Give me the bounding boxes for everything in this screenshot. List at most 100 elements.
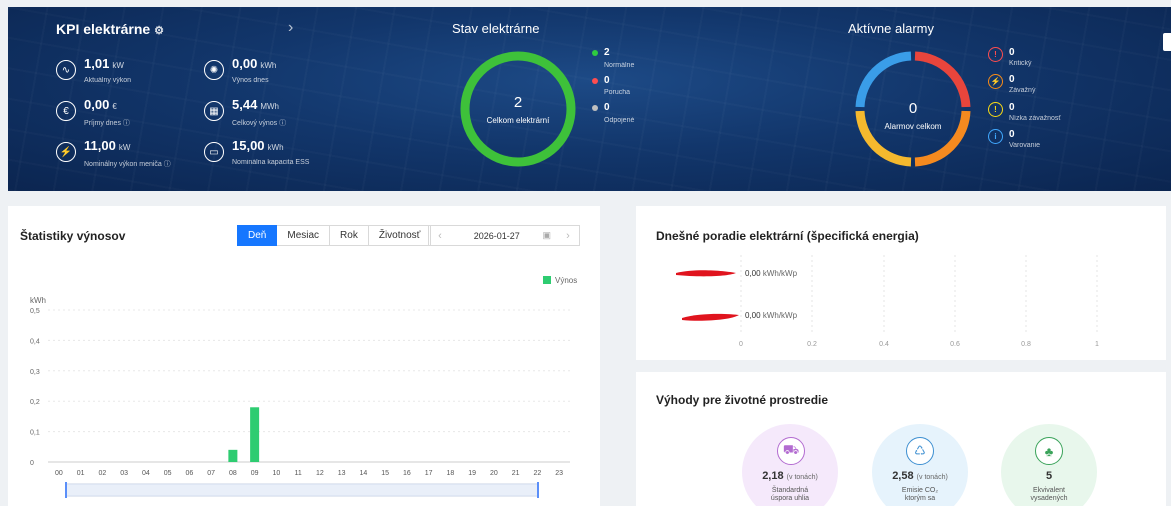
tree-icon: ♣ [1035, 437, 1063, 465]
ranking-row-1: 0,00 kWh/kWp [745, 269, 798, 278]
panel-icon: ▦ [204, 101, 224, 121]
alarms-total: 0 [909, 100, 917, 117]
x-tick-label: 16 [403, 470, 411, 477]
x-tick-label: 06 [185, 470, 193, 477]
legend-swatch [543, 276, 551, 284]
status-total: 2 [514, 94, 522, 111]
x-tick-label: 05 [164, 470, 172, 477]
x-tick-label: 22 [533, 470, 541, 477]
ranking-row-2: 0,00 kWh/kWp [745, 311, 798, 320]
rank-tick: 0.8 [1021, 341, 1031, 348]
yield-bar [250, 407, 260, 462]
x-tick-label: 21 [512, 470, 520, 477]
calendar-icon[interactable]: ▣ [542, 230, 551, 241]
chevron-right-icon[interactable]: › [288, 19, 293, 37]
x-tick-label: 14 [359, 470, 367, 477]
solar-icon: ✺ [204, 60, 224, 80]
tab-day[interactable]: Deň [237, 225, 278, 246]
env-coal-label: Štandardná úspora uhlia [770, 487, 810, 502]
rank-tick: 0 [739, 341, 743, 348]
y-tick-label: 0,5 [30, 308, 40, 315]
co2-icon: ♺ [906, 437, 934, 465]
legend-label: Výnos [555, 276, 577, 285]
tab-year[interactable]: Rok [330, 225, 369, 246]
x-tick-label: 20 [490, 470, 498, 477]
y-tick-label: 0,2 [30, 399, 40, 406]
x-tick-label: 00 [55, 470, 63, 477]
ranking-chart: 0,00 kWh/kWp 0,00 kWh/kWp 0 0.2 0.4 0.6 … [676, 255, 1099, 348]
alarm-critical: ! 0 Kritický [988, 47, 1032, 67]
status-fault-label: Porucha [604, 89, 631, 96]
critical-icon: ! [988, 47, 1003, 62]
money-icon: € [56, 101, 76, 121]
coal-icon: ⛟ [777, 437, 805, 465]
env-co2-value: 2,58 (v tonách) [892, 470, 948, 482]
status-donut: 2 Celkom elektrární [460, 51, 576, 167]
rank-tick: 0.2 [807, 341, 817, 348]
major-icon: ⚡ [988, 74, 1003, 89]
kpi-total-yield: ▦ 5,44 MWh Celkový výnos ⓘ [204, 98, 286, 128]
rank-tick: 1 [1095, 341, 1099, 348]
status-offline-label: Odpojené [604, 117, 635, 124]
alarms-donut: 0 Alarmov celkom [855, 51, 971, 167]
x-tick-label: 07 [207, 470, 215, 477]
tab-lifetime[interactable]: Životnosť [368, 225, 432, 246]
x-tick-label: 09 [251, 470, 259, 477]
minor-icon: ! [988, 102, 1003, 117]
x-tick-label: 15 [381, 470, 389, 477]
x-tick-label: 03 [120, 470, 128, 477]
alarm-minor: ! 0 Nízka závažnosť [988, 102, 1061, 122]
settings-icon[interactable]: ⚙ [154, 25, 164, 37]
zoom-slider-range [66, 484, 538, 496]
env-trees-label: Ekvivalent vysadených [1030, 487, 1068, 502]
status-total-label: Celkom elektrární [487, 116, 550, 125]
kpi-ess-capacity: ▭ 15,00 kWh Nominálna kapacita ESS [204, 139, 309, 166]
pulse-icon: ∿ [56, 60, 76, 80]
x-tick-label: 10 [272, 470, 280, 477]
y-tick-label: 0,1 [30, 430, 40, 437]
status-normal: 2 [592, 47, 610, 58]
next-date-icon[interactable]: › [557, 230, 579, 242]
side-panel-handle[interactable] [1163, 33, 1171, 51]
y-tick-label: 0,3 [30, 369, 40, 376]
env-coal-value: 2,18 (v tonách) [762, 470, 818, 482]
x-tick-label: 13 [338, 470, 346, 477]
x-tick-label: 08 [229, 470, 237, 477]
kpi-current-power: ∿ 1,01 kW Aktuálny výkon [56, 57, 131, 84]
yield-bar [228, 449, 238, 462]
x-tick-label: 18 [446, 470, 454, 477]
y-axis-label: kWh [30, 296, 46, 305]
status-offline: 0 [592, 102, 610, 113]
kpi-title: KPI elektrárne ⚙ [56, 21, 165, 37]
x-tick-label: 19 [468, 470, 476, 477]
period-tabs: Deň Mesiac Rok Životnosť [237, 225, 432, 246]
x-tick-label: 17 [425, 470, 433, 477]
alarms-title: Aktívne alarmy [848, 21, 934, 36]
kpi-inverter-power: ⚡ 11,00 kW Nominálny výkon meniča ⓘ [56, 139, 171, 169]
date-value[interactable]: 2026-01-27 [451, 231, 542, 241]
x-tick-label: 11 [294, 470, 301, 477]
rank-tick: 0.4 [879, 341, 889, 348]
battery-icon: ▭ [204, 142, 224, 162]
x-tick-label: 01 [77, 470, 85, 477]
prev-date-icon[interactable]: ‹ [429, 230, 451, 242]
yield-chart: Výnos kWh 0 0,1 0,2 0,3 0,4 0,5 00 01 02 03 04 05 06 07… [30, 276, 577, 498]
info-icon: i [988, 129, 1003, 144]
y-tick-label: 0,4 [30, 338, 40, 345]
x-tick-label: 04 [142, 470, 150, 477]
overview-banner: KPI elektrárne ⚙ › ∿ 1,01 kW Aktuálny výko… [8, 7, 1171, 191]
alarms-total-label: Alarmov celkom [885, 122, 942, 131]
ranking-title: Dnešné poradie elektrární (špecifická en… [656, 229, 919, 243]
x-tick-label: 23 [555, 470, 563, 477]
date-picker[interactable]: ‹ 2026-01-27 ▣ › [428, 225, 580, 246]
alarm-major: ⚡ 0 Závažný [988, 74, 1035, 94]
kpi-revenue-today: € 0,00 € Príjmy dnes ⓘ [56, 98, 130, 128]
env-trees-value: 5 [1045, 470, 1053, 482]
kpi-yield-today: ✺ 0,00 kWh Výnos dnes [204, 57, 276, 84]
tab-month[interactable]: Mesiac [277, 225, 331, 246]
status-normal-label: Normálne [604, 62, 635, 69]
alarm-warning: i 0 Varovanie [988, 129, 1040, 149]
inverter-icon: ⚡ [56, 142, 76, 162]
x-tick-label: 02 [98, 470, 106, 477]
redacted-name-1 [676, 270, 736, 277]
